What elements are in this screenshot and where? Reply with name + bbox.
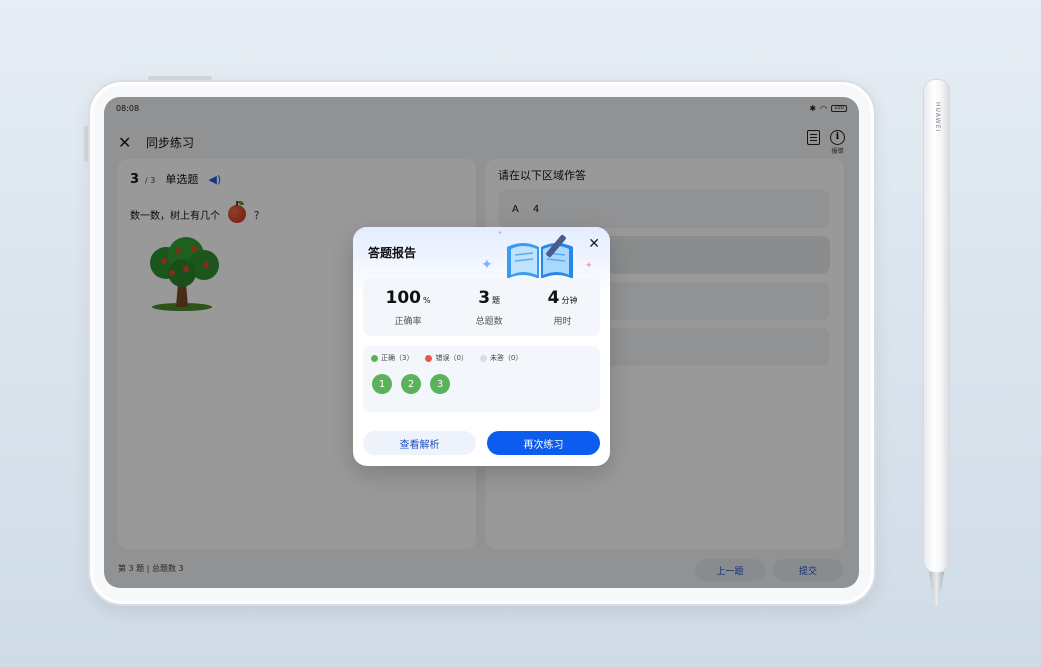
legend-unanswered: 未答（0）: [479, 353, 522, 363]
stat-value: 3: [478, 287, 491, 308]
answer-item[interactable]: 1: [372, 374, 392, 394]
answer-grid: 1 2 3: [372, 374, 450, 394]
stat-unit: %: [423, 295, 431, 305]
view-analysis-button[interactable]: 查看解析: [363, 431, 476, 455]
close-dialog-icon[interactable]: ✕: [588, 236, 600, 252]
stat-label: 用时: [553, 316, 572, 327]
answer-item[interactable]: 3: [430, 374, 450, 394]
stat-value: 4: [547, 287, 560, 308]
sparkle-icon: ✦: [481, 257, 493, 273]
stat-time-used: 4 分钟 用时: [548, 288, 578, 327]
answer-item[interactable]: 2: [401, 374, 421, 394]
stat-accuracy: 100% 正确率: [386, 288, 431, 327]
stat-total-questions: 3题 总题数: [476, 288, 503, 327]
stylus-pen: [923, 79, 950, 573]
stats-card: 100% 正确率 3题 总题数 4 分钟 用时: [363, 278, 600, 336]
practice-again-button[interactable]: 再次练习: [487, 431, 600, 455]
answer-summary-card: 正确（3） 错误（0） 未答（0） 1 2 3: [363, 346, 600, 412]
report-dialog: 答题报告 ✦ ✦ ✦ ✕ 100% 正确率 3题 总题数 4 分钟 用时 正确（3…: [353, 227, 610, 466]
sparkle-icon: ✦: [585, 261, 593, 271]
stylus-tip: [929, 572, 944, 606]
sparkle-icon: ✦: [497, 229, 503, 237]
pen-brand-label: HUAWEI: [934, 102, 941, 133]
stat-unit: 题: [492, 295, 501, 305]
stat-unit: 分钟: [561, 295, 578, 305]
stat-value: 100: [385, 287, 422, 308]
dialog-title: 答题报告: [368, 246, 417, 260]
legend-wrong: 错误（0）: [425, 353, 468, 363]
answer-legend: 正确（3） 错误（0） 未答（0）: [371, 353, 522, 363]
legend-correct: 正确（3）: [371, 353, 413, 363]
open-book-icon: [507, 234, 573, 279]
stat-label: 正确率: [394, 316, 422, 327]
stat-label: 总题数: [475, 316, 503, 327]
